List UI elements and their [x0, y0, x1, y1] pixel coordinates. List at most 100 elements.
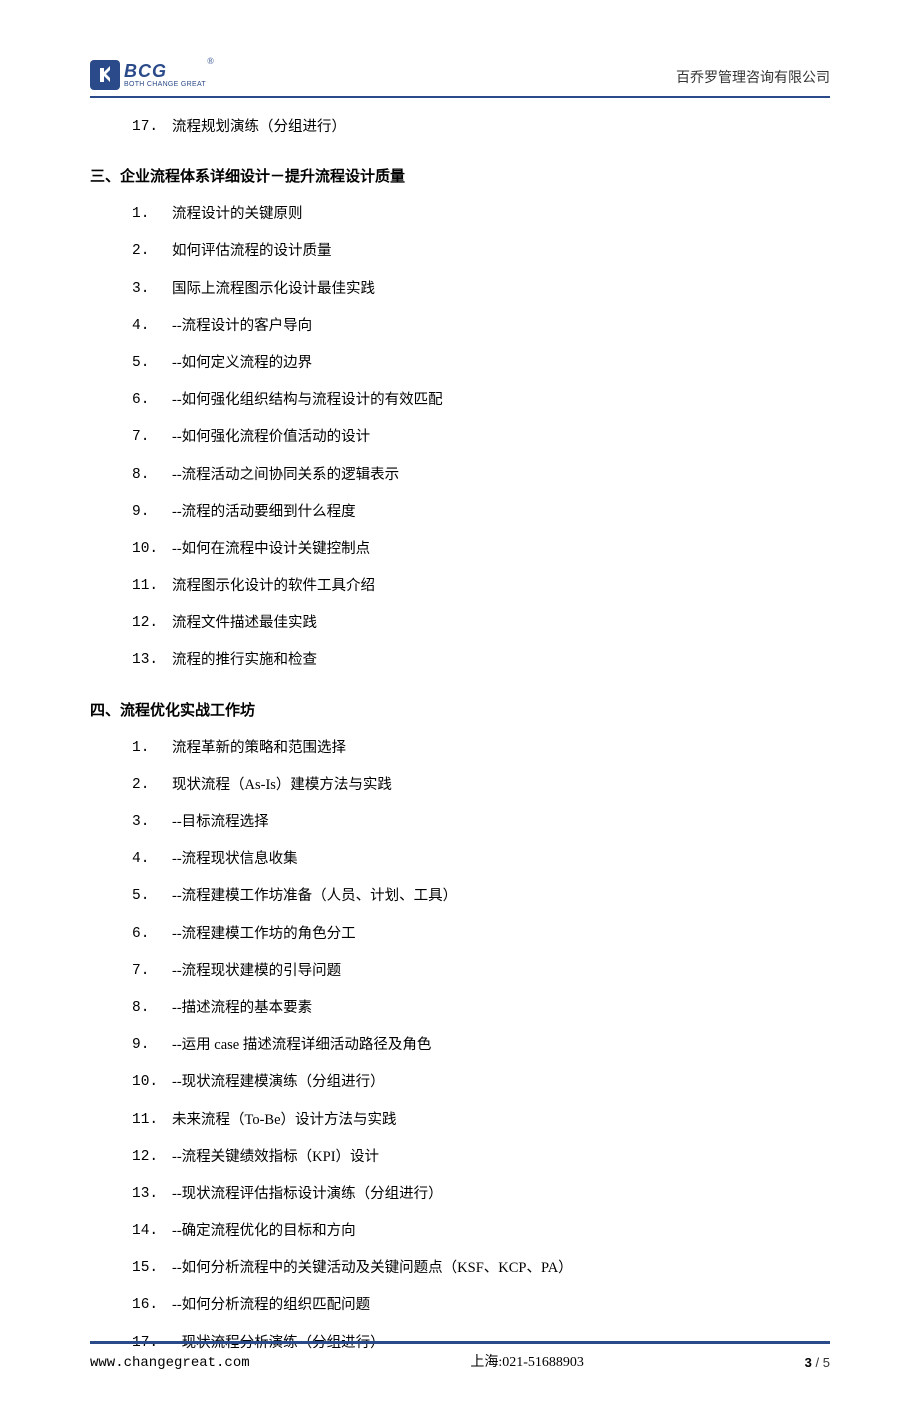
list-text: --运用 case 描述流程详细活动路径及角色: [172, 1034, 431, 1057]
list-text: --流程现状信息收集: [172, 848, 298, 871]
list-number: 10.: [132, 538, 172, 561]
list-text: --如何定义流程的边界: [172, 352, 312, 375]
list-text: --流程现状建模的引导问题: [172, 960, 341, 983]
header-divider: [90, 96, 830, 98]
list-item: 16.--如何分析流程的组织匹配问题: [132, 1294, 830, 1317]
list-number: 9.: [132, 1034, 172, 1057]
footer-row: www.changegreat.com 上海:021-51688903 3 / …: [90, 1352, 830, 1374]
document-page: BCG BOTH CHANGE GREAT ® 百乔罗管理咨询有限公司 17.流…: [0, 0, 920, 1421]
section-list: 1.流程革新的策略和范围选择 2.现状流程（As-Is）建模方法与实践 3.--目标…: [132, 737, 830, 1355]
page-number: 3 / 5: [805, 1353, 830, 1374]
list-item: 17.流程规划演练（分组进行）: [132, 116, 830, 139]
list-text: --目标流程选择: [172, 811, 269, 834]
list-text: --流程建模工作坊准备（人员、计划、工具）: [172, 885, 457, 908]
list-item: 7.--流程现状建模的引导问题: [132, 960, 830, 983]
list-text: --如何强化流程价值活动的设计: [172, 426, 370, 449]
list-number: 4.: [132, 315, 172, 338]
list-text: --流程关键绩效指标（KPI）设计: [172, 1146, 379, 1169]
logo-text: BCG BOTH CHANGE GREAT: [124, 62, 206, 88]
list-number: 14.: [132, 1220, 172, 1243]
list-item: 12.流程文件描述最佳实践: [132, 612, 830, 635]
list-item: 10.--现状流程建模演练（分组进行）: [132, 1071, 830, 1094]
list-item: 7.--如何强化流程价值活动的设计: [132, 426, 830, 449]
footer-url: www.changegreat.com: [90, 1352, 250, 1374]
list-item: 6.--如何强化组织结构与流程设计的有效匹配: [132, 389, 830, 412]
list-text: --如何分析流程中的关键活动及关键问题点（KSF、KCP、PA）: [172, 1257, 573, 1280]
list-text: --现状流程评估指标设计演练（分组进行）: [172, 1183, 443, 1206]
section-title: 四、流程优化实战工作坊: [90, 699, 830, 723]
list-item: 2.现状流程（As-Is）建模方法与实践: [132, 774, 830, 797]
list-item: 3.--目标流程选择: [132, 811, 830, 834]
list-number: 2.: [132, 774, 172, 797]
footer-divider: [90, 1341, 830, 1344]
list-item: 12.--流程关键绩效指标（KPI）设计: [132, 1146, 830, 1169]
list-number: 10.: [132, 1071, 172, 1094]
company-name: 百乔罗管理咨询有限公司: [676, 68, 830, 90]
list-number: 16.: [132, 1294, 172, 1317]
logo-main: BCG: [124, 62, 206, 80]
list-text: --如何强化组织结构与流程设计的有效匹配: [172, 389, 443, 412]
registered-mark-icon: ®: [207, 54, 214, 68]
list-number: 5.: [132, 352, 172, 375]
list-item: 1.流程革新的策略和范围选择: [132, 737, 830, 760]
list-number: 8.: [132, 464, 172, 487]
list-number: 7.: [132, 426, 172, 449]
list-number: 5.: [132, 885, 172, 908]
list-item: 13.--现状流程评估指标设计演练（分组进行）: [132, 1183, 830, 1206]
list-item: 15.--如何分析流程中的关键活动及关键问题点（KSF、KCP、PA）: [132, 1257, 830, 1280]
footer-phone: 上海:021-51688903: [470, 1352, 584, 1374]
list-item: 8.--流程活动之间协同关系的逻辑表示: [132, 464, 830, 487]
list-text: --描述流程的基本要素: [172, 997, 312, 1020]
list-text: 流程设计的关键原则: [172, 203, 303, 226]
list-text: --如何在流程中设计关键控制点: [172, 538, 370, 561]
list-item: 5.--流程建模工作坊准备（人员、计划、工具）: [132, 885, 830, 908]
list-item: 11.流程图示化设计的软件工具介绍: [132, 575, 830, 598]
list-number: 7.: [132, 960, 172, 983]
list-number: 2.: [132, 240, 172, 263]
list-item: 8.--描述流程的基本要素: [132, 997, 830, 1020]
page-current: 3: [805, 1355, 812, 1370]
list-number: 12.: [132, 612, 172, 635]
previous-section-continuation: 17.流程规划演练（分组进行）: [90, 116, 830, 139]
prev-list: 17.流程规划演练（分组进行）: [132, 116, 830, 139]
section-list: 1.流程设计的关键原则2.如何评估流程的设计质量3.国际上流程图示化设计最佳实践…: [132, 203, 830, 672]
list-item: 4.--流程现状信息收集: [132, 848, 830, 871]
page-header: BCG BOTH CHANGE GREAT ® 百乔罗管理咨询有限公司: [90, 60, 830, 90]
list-item: 9.--流程的活动要细到什么程度: [132, 501, 830, 524]
list-text: 未来流程（To-Be）设计方法与实践: [172, 1109, 397, 1132]
list-text: --流程设计的客户导向: [172, 315, 312, 338]
page-footer: www.changegreat.com 上海:021-51688903 3 / …: [90, 1341, 830, 1374]
list-number: 15.: [132, 1257, 172, 1280]
list-number: 4.: [132, 848, 172, 871]
list-item: 11.未来流程（To-Be）设计方法与实践: [132, 1109, 830, 1132]
list-text: --确定流程优化的目标和方向: [172, 1220, 356, 1243]
list-text: --现状流程建模演练（分组进行）: [172, 1071, 385, 1094]
list-number: 13.: [132, 649, 172, 672]
list-number: 3.: [132, 278, 172, 301]
list-item: 1.流程设计的关键原则: [132, 203, 830, 226]
list-text: 如何评估流程的设计质量: [172, 240, 332, 263]
list-number: 6.: [132, 923, 172, 946]
list-number: 13.: [132, 1183, 172, 1206]
list-number: 12.: [132, 1146, 172, 1169]
list-number: 11.: [132, 575, 172, 598]
page-sep: /: [812, 1355, 823, 1370]
list-number: 8.: [132, 997, 172, 1020]
main-content: 三、企业流程体系详细设计－提升流程设计质量1.流程设计的关键原则2.如何评估流程…: [90, 165, 830, 1355]
list-text: --流程的活动要细到什么程度: [172, 501, 356, 524]
list-number: 17.: [132, 116, 172, 139]
list-text: 流程的推行实施和检查: [172, 649, 317, 672]
list-item: 14.--确定流程优化的目标和方向: [132, 1220, 830, 1243]
list-text: 流程图示化设计的软件工具介绍: [172, 575, 375, 598]
list-item: 4.--流程设计的客户导向: [132, 315, 830, 338]
logo: BCG BOTH CHANGE GREAT: [90, 60, 206, 90]
page-total: 5: [823, 1355, 830, 1370]
list-number: 1.: [132, 203, 172, 226]
list-item: 2.如何评估流程的设计质量: [132, 240, 830, 263]
list-number: 3.: [132, 811, 172, 834]
list-text: --流程建模工作坊的角色分工: [172, 923, 356, 946]
list-item: 5.--如何定义流程的边界: [132, 352, 830, 375]
list-number: 6.: [132, 389, 172, 412]
list-text: --流程活动之间协同关系的逻辑表示: [172, 464, 399, 487]
logo-mark-icon: [90, 60, 120, 90]
